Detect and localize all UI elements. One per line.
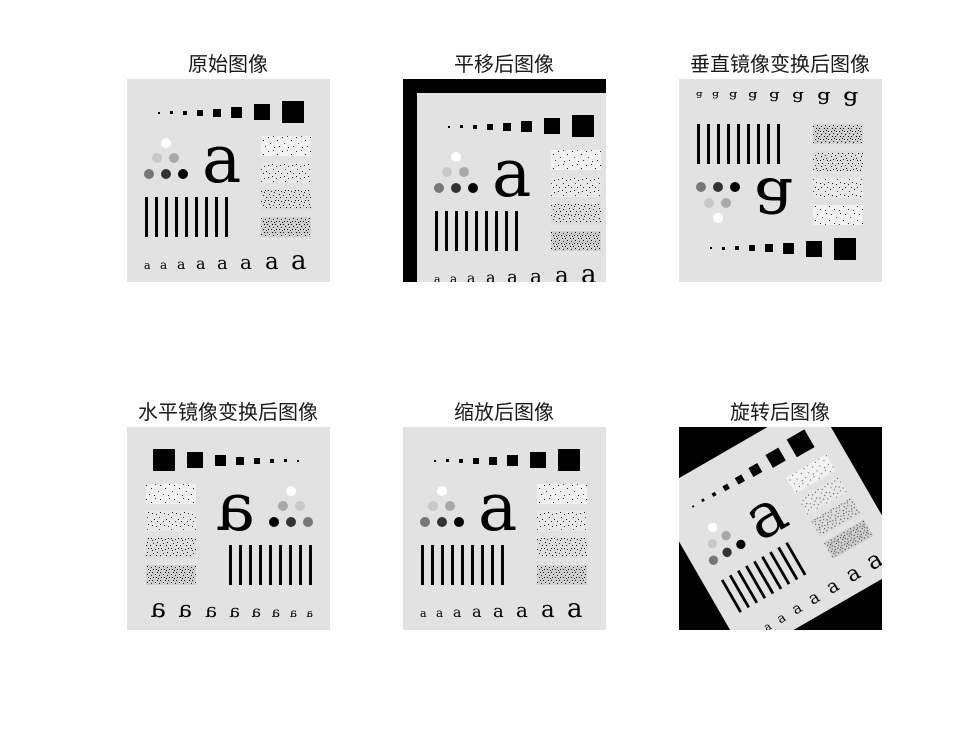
translated-test-pattern <box>403 79 606 282</box>
image-rotated <box>679 427 882 630</box>
image-original <box>127 79 330 282</box>
image-vertical-mirror <box>679 79 882 282</box>
scaled-test-pattern <box>403 427 606 630</box>
vertical-mirror-test-pattern <box>679 79 882 282</box>
image-scaled <box>403 427 606 630</box>
panel-title-rotated: 旋转后图像 <box>730 400 830 424</box>
panel-title-scaled: 缩放后图像 <box>454 400 554 424</box>
horizontal-mirror-test-pattern <box>127 427 330 630</box>
panel-title-translated: 平移后图像 <box>454 52 554 76</box>
image-horizontal-mirror <box>127 427 330 630</box>
panel-title-vertical-mirror: 垂直镜像变换后图像 <box>690 52 870 76</box>
panel-title-horizontal-mirror: 水平镜像变换后图像 <box>138 400 318 424</box>
original-test-pattern <box>127 79 330 282</box>
panel-title-original: 原始图像 <box>188 52 268 76</box>
rotated-test-pattern <box>679 427 882 630</box>
image-translated <box>403 79 606 282</box>
